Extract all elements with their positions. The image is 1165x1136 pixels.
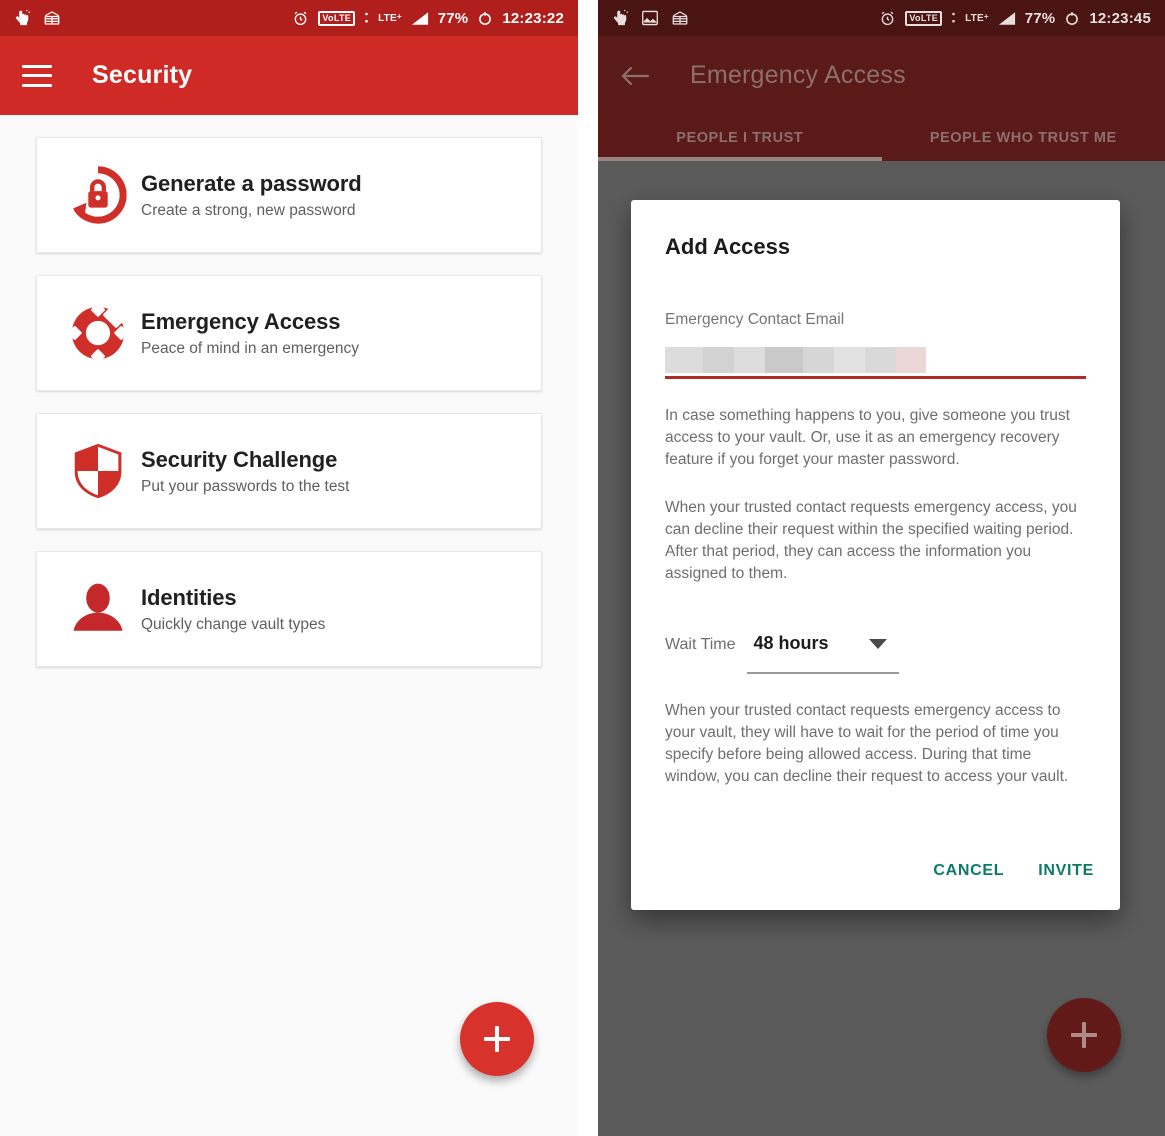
- volte-badge: VoLTE: [905, 10, 943, 26]
- tab-people-who-trust-me[interactable]: PEOPLE WHO TRUST ME: [882, 115, 1165, 161]
- wait-time-dropdown[interactable]: 48 hours: [754, 633, 936, 654]
- add-fab-button[interactable]: [460, 1002, 534, 1076]
- left-status-bar-right-icons: VoLTE LTE + 77% 12:23:22: [292, 10, 564, 27]
- left-status-bar: VoLTE LTE + 77% 12:23:22: [0, 0, 578, 36]
- right-status-bar-right-icons: VoLTE LTE + 77% 12:23:45: [879, 10, 1151, 27]
- page-title: Emergency Access: [690, 61, 906, 89]
- emergency-access-tabs: PEOPLE I TRUST PEOPLE WHO TRUST ME: [598, 115, 1165, 161]
- card-subtitle: Peace of mind in an emergency: [141, 339, 359, 357]
- dialog-paragraph-2: When your trusted contact requests emerg…: [665, 499, 1077, 582]
- card-security-challenge[interactable]: Security Challenge Put your passwords to…: [36, 413, 542, 529]
- add-access-dialog: Add Access Emergency Contact Email In ca…: [631, 200, 1120, 910]
- wait-time-value: 48 hours: [753, 633, 829, 653]
- battery-percent-label: 77%: [437, 9, 469, 27]
- card-subtitle: Put your passwords to the test: [141, 477, 350, 495]
- network-type-label: LTE +: [965, 11, 989, 24]
- cancel-button[interactable]: CANCEL: [933, 862, 1004, 880]
- right-phone-screen: VoLTE LTE + 77% 12:23:45 Emergency Acces…: [598, 0, 1165, 1136]
- page-title: Security: [92, 61, 193, 89]
- plus-icon: [484, 1026, 510, 1052]
- battery-percent-label: 77%: [1024, 9, 1056, 27]
- email-field[interactable]: [665, 341, 1086, 373]
- dialog-actions: CANCEL INVITE: [933, 862, 1094, 880]
- signal-dots-icon: [364, 10, 369, 26]
- left-phone-screen: VoLTE LTE + 77% 12:23:22 Security Genera…: [0, 0, 578, 1136]
- card-title: Security Challenge: [141, 446, 338, 472]
- two-phone-screenshot-composite: VoLTE LTE + 77% 12:23:22 Security Genera…: [0, 0, 1165, 1136]
- vault-bank-icon: [43, 9, 61, 27]
- email-field-underline: [665, 376, 1086, 379]
- clock-label: 12:23:45: [1089, 9, 1151, 27]
- right-app-bar: Emergency Access: [598, 36, 1165, 115]
- chevron-down-icon: [868, 638, 887, 649]
- generate-password-icon: [55, 164, 141, 226]
- clock-label: 12:23:22: [502, 9, 564, 27]
- life-ring-icon: [55, 302, 141, 364]
- lte-plus-label: +: [983, 11, 989, 21]
- card-identities[interactable]: Identities Quickly change vault types: [36, 551, 542, 667]
- hamburger-menu-icon[interactable]: [22, 64, 52, 87]
- lte-label: LTE: [378, 12, 397, 24]
- dialog-paragraph-3: When your trusted contact requests emerg…: [665, 702, 1069, 785]
- dialog-paragraph-1: In case something happens to you, give s…: [665, 407, 1070, 468]
- shield-icon: [55, 440, 141, 502]
- card-generate-password[interactable]: Generate a password Create a strong, new…: [36, 137, 542, 253]
- signal-dots-icon: [951, 10, 956, 26]
- right-status-bar-left-icons: [612, 9, 689, 27]
- wait-time-row: Wait Time 48 hours: [665, 633, 1086, 654]
- person-icon: [55, 580, 141, 638]
- battery-circle-icon: [477, 10, 493, 26]
- signal-bars-icon: [998, 11, 1016, 26]
- security-card-list: Generate a password Create a strong, new…: [0, 115, 578, 1136]
- image-icon: [641, 10, 659, 26]
- card-title: Identities: [141, 584, 237, 610]
- card-subtitle: Create a strong, new password: [141, 201, 356, 219]
- card-subtitle: Quickly change vault types: [141, 615, 326, 633]
- signal-bars-icon: [411, 11, 429, 26]
- email-field-label: Emergency Contact Email: [665, 311, 845, 328]
- alarm-clock-icon: [292, 10, 309, 27]
- dialog-scrim-overlay[interactable]: Add Access Emergency Contact Email In ca…: [598, 161, 1165, 1136]
- panel-gutter: [578, 0, 598, 1136]
- left-status-bar-left-icons: [14, 9, 61, 27]
- volte-badge: VoLTE: [318, 10, 356, 26]
- add-fab-button[interactable]: [1047, 998, 1121, 1072]
- dialog-title: Add Access: [665, 234, 791, 259]
- card-title: Generate a password: [141, 170, 362, 196]
- alarm-clock-icon: [879, 10, 896, 27]
- wait-time-underline: [747, 672, 899, 674]
- network-type-label: LTE +: [378, 11, 402, 24]
- vault-bank-icon: [671, 9, 689, 27]
- back-arrow-icon[interactable]: [620, 64, 650, 88]
- card-emergency-access[interactable]: Emergency Access Peace of mind in an eme…: [36, 275, 542, 391]
- tab-people-i-trust[interactable]: PEOPLE I TRUST: [598, 115, 882, 161]
- invite-button[interactable]: INVITE: [1038, 862, 1094, 880]
- lte-plus-label: +: [396, 11, 402, 21]
- lte-label: LTE: [965, 12, 984, 24]
- email-redacted-value: [665, 347, 926, 373]
- plus-icon: [1071, 1022, 1097, 1048]
- card-title: Emergency Access: [141, 308, 341, 334]
- touch-hand-icon: [612, 9, 629, 27]
- right-status-bar: VoLTE LTE + 77% 12:23:45: [598, 0, 1165, 36]
- touch-hand-icon: [14, 9, 31, 27]
- wait-time-label: Wait Time: [665, 636, 736, 653]
- battery-circle-icon: [1064, 10, 1080, 26]
- left-app-bar: Security: [0, 36, 578, 115]
